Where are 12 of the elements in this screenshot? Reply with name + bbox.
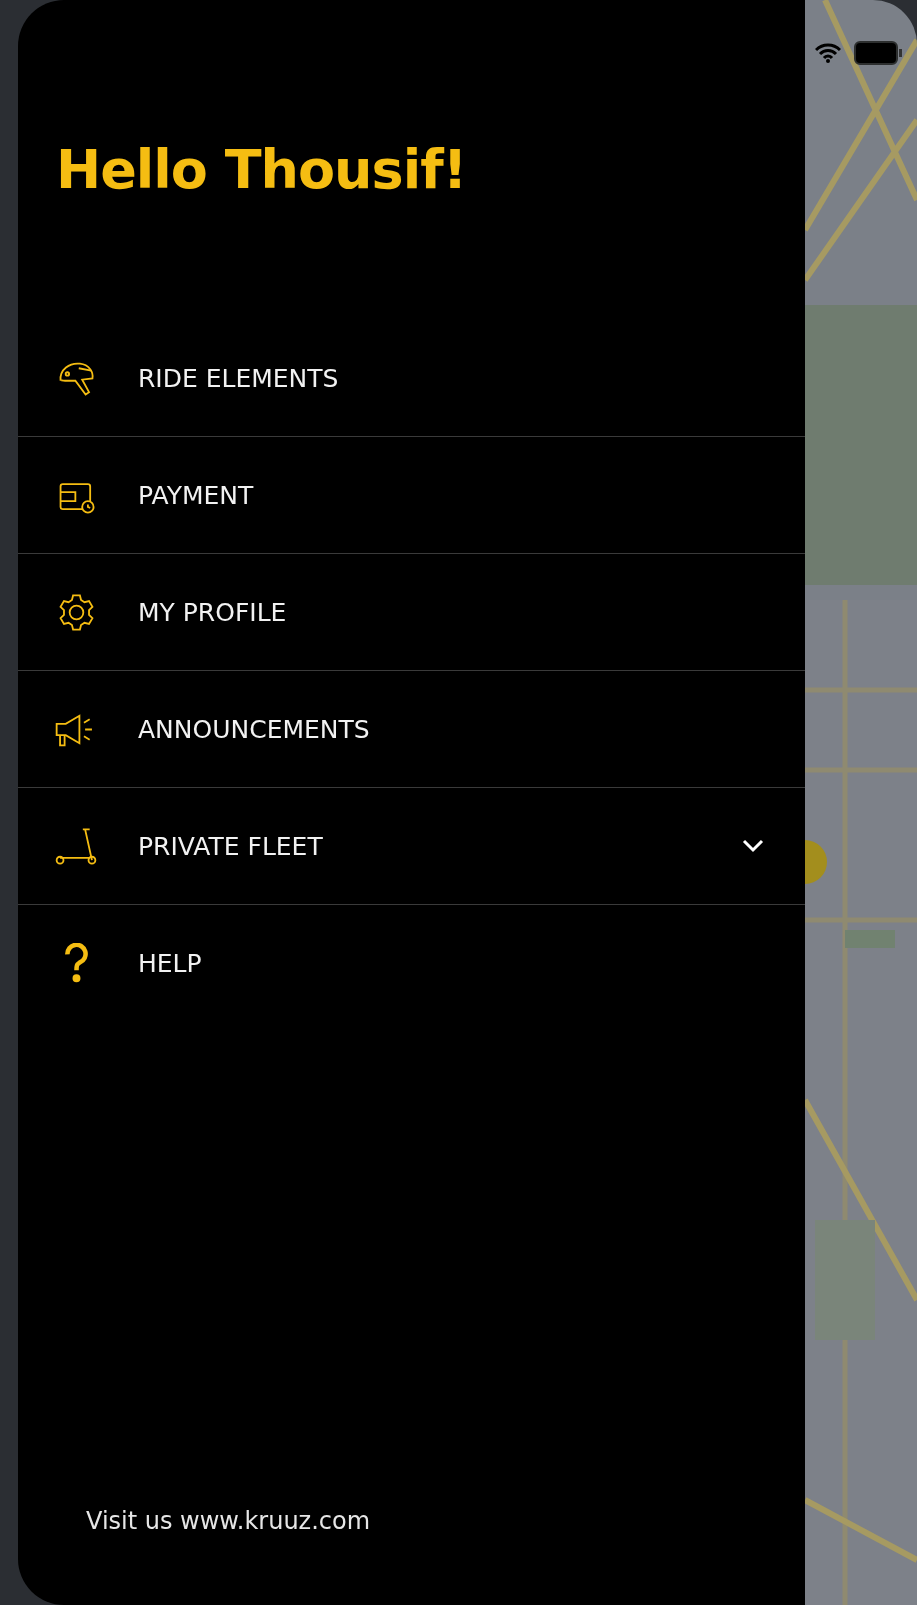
menu-item[interactable]: MY PROFILE — [18, 554, 805, 671]
battery-icon — [853, 40, 903, 66]
wifi-icon — [815, 43, 841, 63]
question-icon — [63, 942, 89, 984]
menu-item[interactable]: PAYMENT — [18, 437, 805, 554]
menu-item[interactable]: HELP — [18, 905, 805, 1021]
menu-item[interactable]: ANNOUNCEMENTS — [18, 671, 805, 788]
menu-item[interactable]: RIDE ELEMENTS — [18, 320, 805, 437]
greeting-heading: Hello Thousif! — [56, 138, 468, 203]
website-text: Visit us www.kruuz.com — [86, 1507, 372, 1535]
menu-item[interactable]: PRIVATE FLEET — [18, 788, 805, 905]
chevron-down-icon[interactable] — [741, 839, 765, 853]
